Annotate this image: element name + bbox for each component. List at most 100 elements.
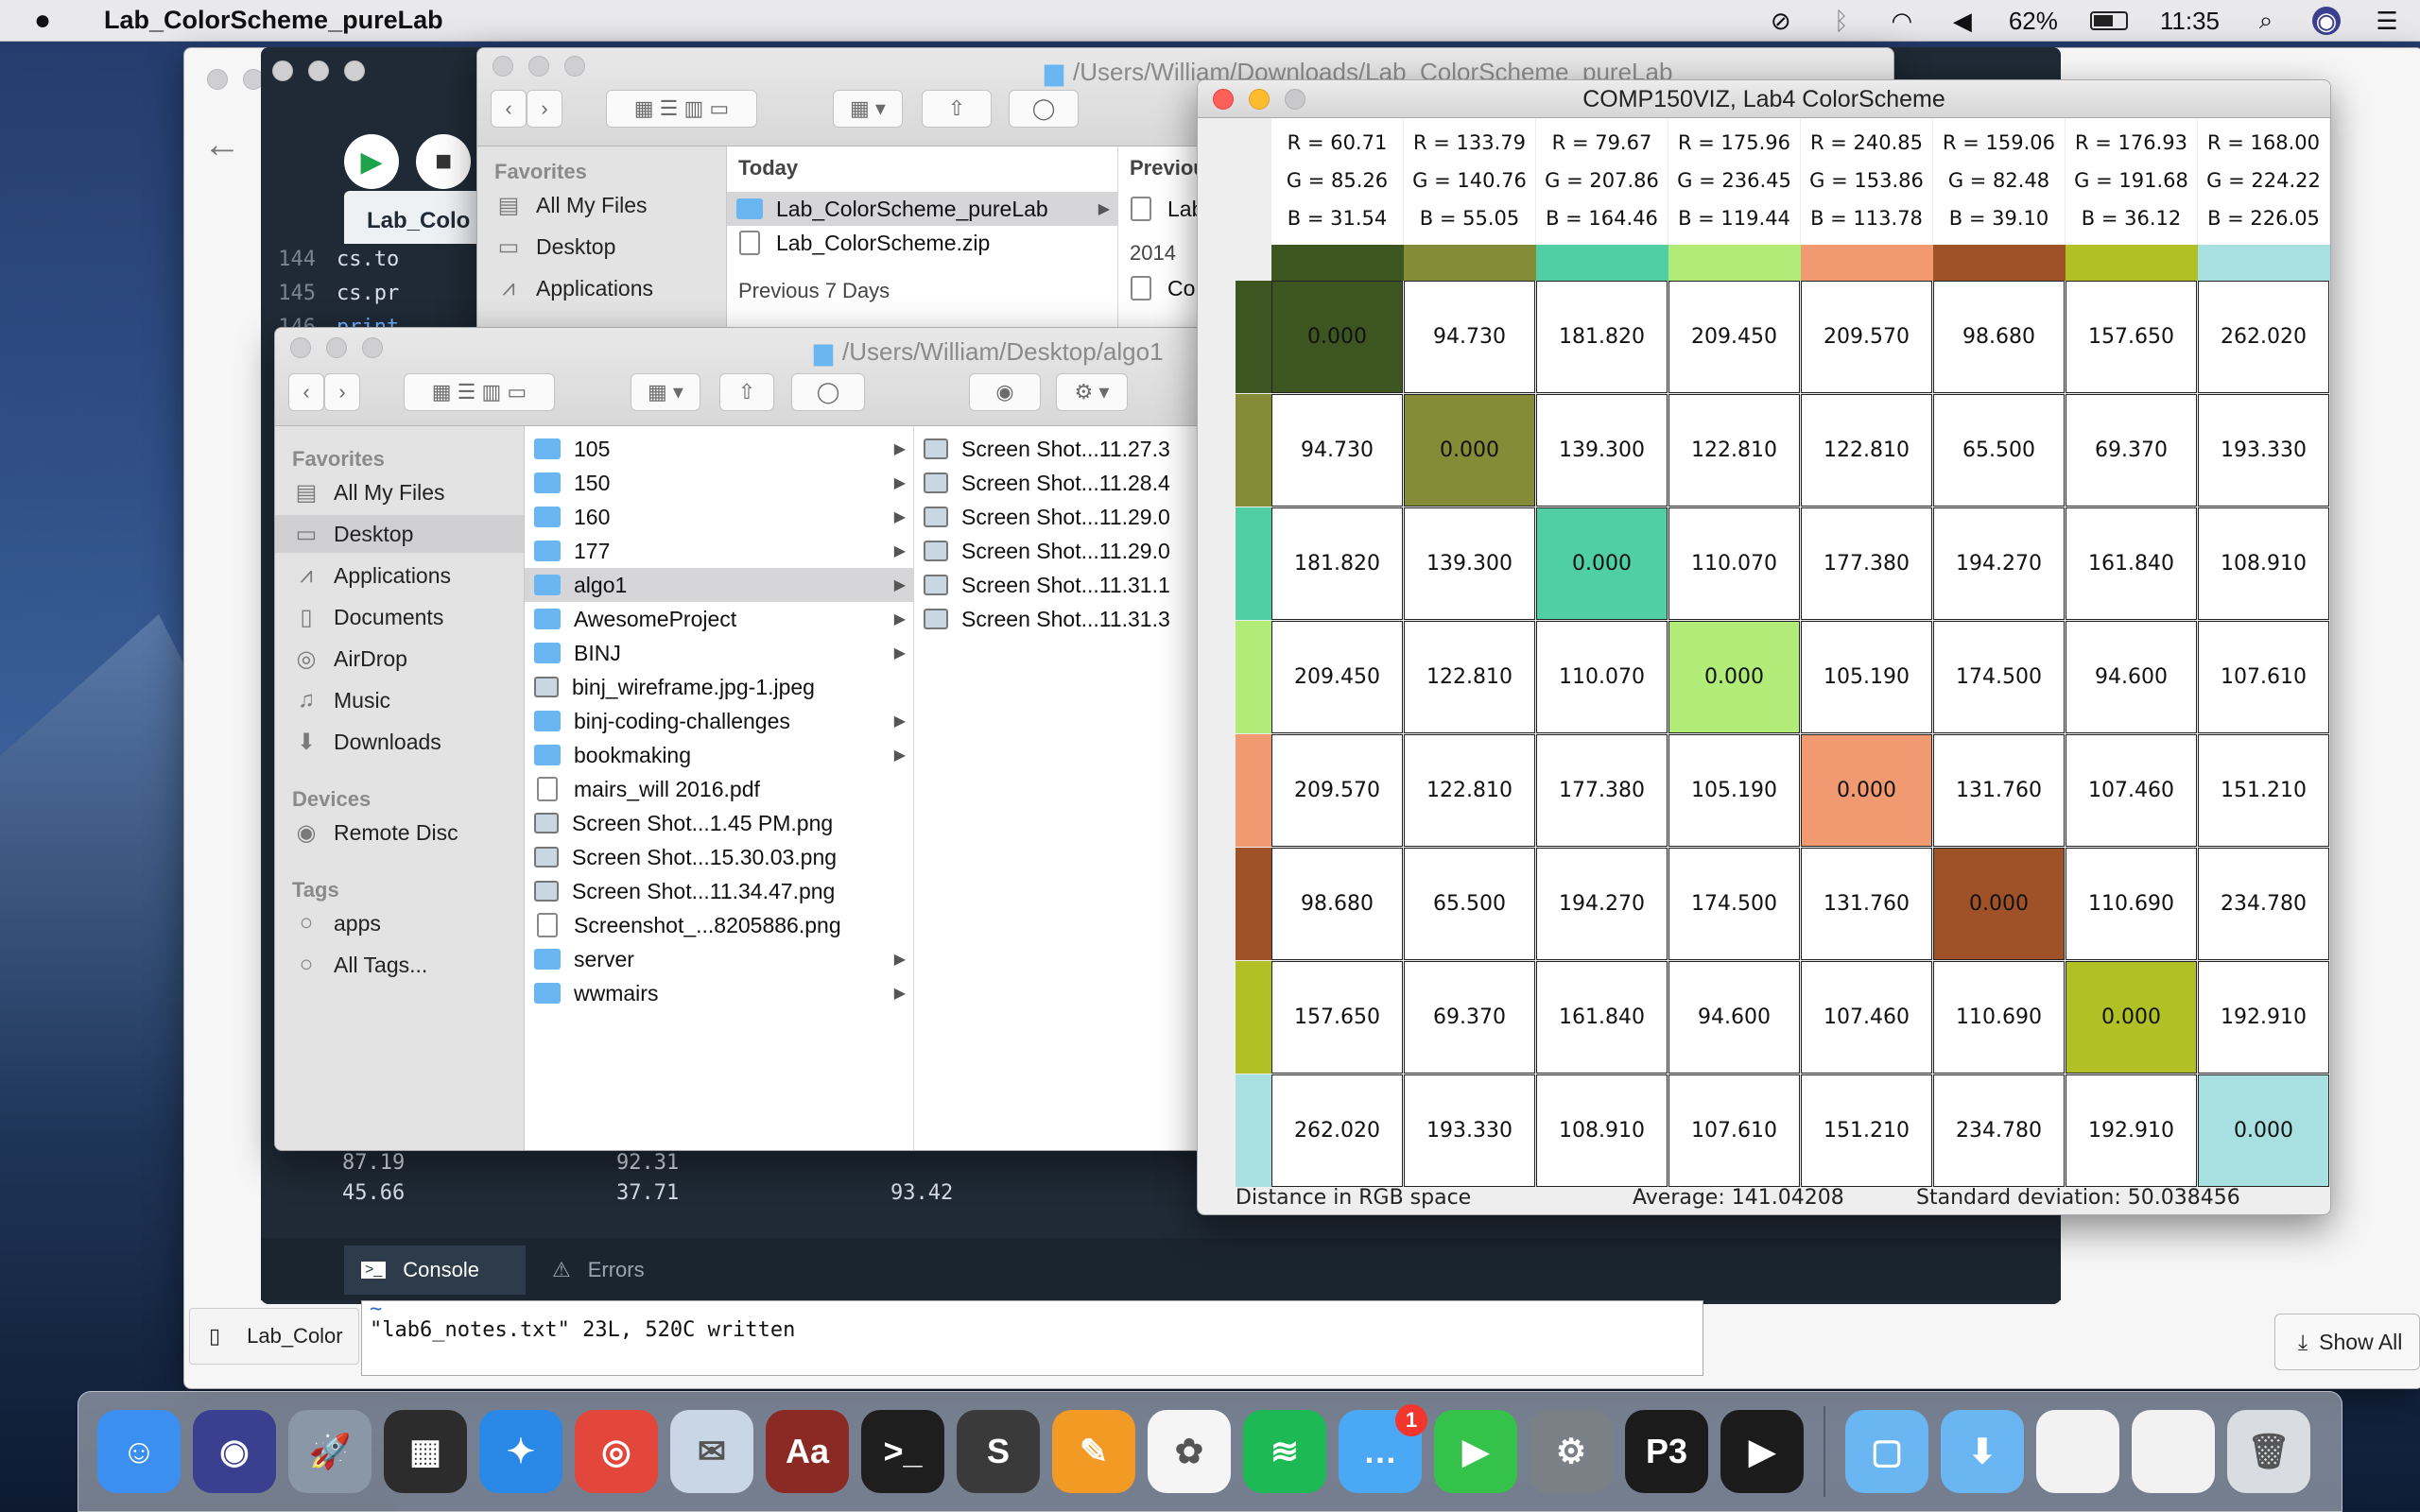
list-item[interactable]: 177 ▶ [525,534,913,568]
list-item[interactable]: Lab_ColorScheme.zip [727,226,1117,260]
list-item[interactable]: Screen Shot...11.27.3 [914,432,1228,466]
list-item[interactable]: Screen Shot...11.29.0 [914,534,1228,568]
sidebar-item-applications[interactable]: ⩘ Applications [275,557,524,594]
sidebar-item-desktop[interactable]: ▭ Desktop [477,228,726,266]
list-item[interactable]: Screen Shot...11.31.3 [914,602,1228,636]
list-item[interactable]: Lab_ColorScheme_pureLab ▶ [727,192,1117,226]
sidebar-item-music[interactable]: ♫ Music [275,681,524,719]
back-button[interactable]: ‹ [491,90,527,128]
quick-look-button[interactable]: ◉ [969,373,1041,411]
ide-window-controls[interactable] [272,60,365,81]
gear-icon[interactable]: ⚙ [1530,1410,1613,1493]
zoom-button[interactable] [1285,89,1305,110]
view-mode-buttons[interactable]: ▦ ☰ ▥ ▭ [404,373,555,411]
finder-icon[interactable]: ☺ [97,1410,181,1493]
notification-center-icon[interactable]: ☰ [2373,7,2401,35]
photos-icon[interactable]: ✿ [1148,1410,1231,1493]
do-not-disturb-icon[interactable]: ⊘ [1767,7,1795,35]
apple-icon[interactable]: ● [34,5,76,37]
action-gear-button[interactable]: ⚙ ▾ [1056,373,1128,411]
view-mode-buttons[interactable]: ▦ ☰ ▥ ▭ [606,90,757,128]
downloads-folder-icon[interactable]: ⬇ [1941,1410,2024,1493]
show-all-downloads-button[interactable]: ⤓ Show All [2274,1314,2420,1370]
sidebar-item-all-tags[interactable]: ○ All Tags... [275,946,524,984]
play-icon[interactable]: ▶ [1720,1410,1804,1493]
list-item[interactable]: 160 ▶ [525,500,913,534]
list-item[interactable]: server ▶ [525,942,913,976]
siri-icon[interactable]: ◉ [193,1410,276,1493]
tags-button[interactable]: ◯ [791,373,865,411]
sidebar-item-all-my-files[interactable]: ▤ All My Files [275,473,524,511]
sidebar-item-airdrop[interactable]: ◎ AirDrop [275,640,524,678]
siri-icon[interactable]: ◉ [2312,7,2341,35]
sidebar-item-applications[interactable]: ⩘ Applications [477,269,726,307]
minimize-button[interactable] [1249,89,1270,110]
list-item[interactable]: AwesomeProject ▶ [525,602,913,636]
spotlight-search-icon[interactable]: ⌕ [2252,6,2280,35]
safari-icon[interactable]: ✦ [479,1410,562,1493]
arrange-button[interactable]: ▦ ▾ [833,90,903,128]
menu-app-name[interactable]: Lab_ColorScheme_pureLab [104,6,443,35]
share-button[interactable]: ⇧ [719,373,774,411]
sidebar-item-documents[interactable]: ▯ Documents [275,598,524,636]
list-item[interactable]: Screen Shot...11.29.0 [914,500,1228,534]
battery-percent[interactable]: 62% [2009,7,2058,36]
chrome-icon[interactable]: ◎ [575,1410,658,1493]
list-item[interactable]: binj-coding-challenges ▶ [525,704,913,738]
activity-icon[interactable]: ▦ [384,1410,467,1493]
bluetooth-icon[interactable]: ᛒ [1827,7,1856,35]
processing-icon[interactable]: P3 [1625,1410,1708,1493]
close-button[interactable] [1213,89,1234,110]
window-thumb-icon[interactable] [2132,1410,2215,1493]
sublime-icon[interactable]: S [957,1410,1040,1493]
trash-icon[interactable]: 🗑 [2227,1410,2310,1493]
download-item[interactable]: ▯ Lab_Color [189,1308,359,1365]
arrange-button[interactable]: ▦ ▾ [631,373,700,411]
sidebar-item-desktop[interactable]: ▭ Desktop [275,515,524,553]
list-item[interactable]: Screen Shot...11.31.1 [914,568,1228,602]
volume-icon[interactable]: ◀ [1948,7,1977,35]
stop-button[interactable]: ■ [416,134,471,189]
facetime-icon[interactable]: ▶ [1434,1410,1517,1493]
back-arrow-icon[interactable]: ← [203,124,241,166]
spotify-icon[interactable]: ≋ [1243,1410,1326,1493]
list-item[interactable]: algo1 ▶ [525,568,913,602]
pages-icon[interactable]: ✎ [1052,1410,1135,1493]
dictionary-icon[interactable]: Aa [766,1410,849,1493]
list-item[interactable]: 150 ▶ [525,466,913,500]
share-button[interactable]: ⇧ [922,90,992,128]
run-button[interactable]: ▶ [344,134,399,189]
errors-tab[interactable]: ⚠ Errors [535,1246,686,1295]
launchpad-icon[interactable]: 🚀 [288,1410,372,1493]
sidebar-item-remote-disc[interactable]: ◉ Remote Disc [275,814,524,851]
terminal-window[interactable]: ~ "lab6_notes.txt" 23L, 520C written [361,1297,1703,1376]
list-item[interactable]: Screenshot_...8205886.png [525,908,913,942]
list-item[interactable]: Screen Shot...1.45 PM.png [525,806,913,840]
list-item[interactable]: bookmaking ▶ [525,738,913,772]
list-item[interactable]: Screen Shot...15.30.03.png [525,840,913,874]
tags-button[interactable]: ◯ [1009,90,1079,128]
list-item[interactable]: mairs_will 2016.pdf [525,772,913,806]
back-button[interactable]: ‹ [288,373,324,411]
list-item[interactable]: Screen Shot...11.34.47.png [525,874,913,908]
console-tab[interactable]: >_ Console [344,1246,526,1295]
list-item[interactable]: Screen Shot...11.28.4 [914,466,1228,500]
list-item[interactable]: wwmairs ▶ [525,976,913,1010]
forward-button[interactable]: › [324,373,360,411]
terminal-icon[interactable]: >_ [861,1410,944,1493]
list-item[interactable]: 105 ▶ [525,432,913,466]
list-item[interactable]: BINJ ▶ [525,636,913,670]
folder-icon[interactable]: ▢ [1845,1410,1928,1493]
messages-icon[interactable]: … 1 [1339,1404,1427,1493]
window-thumb-icon[interactable] [2036,1410,2119,1493]
window-controls[interactable] [290,337,383,358]
clock[interactable]: 11:35 [2160,7,2220,36]
sidebar-item-tag-apps[interactable]: ○ apps [275,904,524,942]
wifi-icon[interactable]: ◠ [1888,7,1916,35]
battery-icon[interactable] [2089,11,2128,30]
mail-icon[interactable]: ✉ [670,1410,753,1493]
sidebar-item-downloads[interactable]: ⬇ Downloads [275,723,524,761]
window-controls[interactable] [493,56,585,77]
list-item[interactable]: binj_wireframe.jpg-1.jpeg [525,670,913,704]
window-controls[interactable] [1213,89,1305,110]
